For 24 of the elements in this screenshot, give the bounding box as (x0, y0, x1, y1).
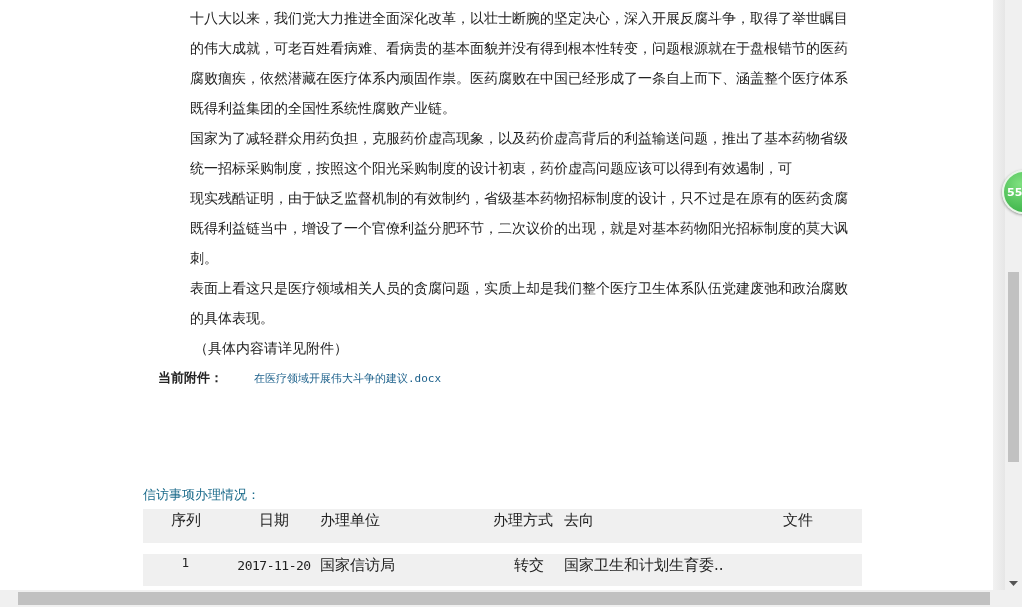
attachment-note: （具体内容请详见附件） (194, 339, 349, 358)
article-paragraph: 国家为了减轻群众用药负担，克服药价虚高现象，以及药价虚高背后的利益输送问题，推出了基本药物省级统一招标采购制度，按照这个阳光采购制度的设计初衷，药价虚高问题应该可以得到有效遏制，可 (190, 129, 849, 178)
article-paragraph: 十八大以来，我们党大力推进全面深化改革，以壮士断腕的坚定决心，深入开展反腐斗争，取得了举世瞩目的伟大成就，可老百姓看病难、看病贵的基本面貌并没有得到根本性转变，问题根源就在于盘根错节的医药腐败痼疾，依然潜藏在医疗体系内顽固作祟。医药腐败在中国已经形成了一条自上而下、涵盖整个医疗体系既得利益集团的全国性系统性腐败产业链。 (190, 9, 849, 118)
table-cell-text: 国家卫生和计划生育委.. (564, 555, 725, 576)
table-cell-text: 2017-11-20 (236, 557, 312, 575)
attachment-label: 当前附件： (158, 369, 224, 387)
horizontal-scrollbar[interactable] (0, 590, 1022, 607)
table-cell-text: 转交 (512, 555, 545, 576)
vertical-scrollbar[interactable] (1005, 0, 1022, 590)
column-header: 文件 (783, 510, 814, 531)
section-title: 信访事项办理情况： (143, 486, 261, 504)
table-cell-text: 1 (180, 555, 191, 572)
table-cell-text: 国家信访局 (320, 555, 396, 576)
scrollbar-thumb[interactable] (18, 592, 990, 605)
column-header: 去向 (564, 510, 595, 531)
attachment-link[interactable]: 在医疗领域开展伟大斗争的建议.docx (254, 370, 442, 386)
article-paragraph: 表面上看这只是医疗领域相关人员的贪腐问题，实质上却是我们整个医疗卫生体系队伍党建废弛和政治腐败的具体表现。 (190, 279, 849, 328)
scrollbar-thumb[interactable] (1008, 272, 1019, 462)
scroll-down-icon[interactable] (1009, 581, 1018, 586)
article-paragraph: 现实残酷证明，由于缺乏监督机制的有效制约，省级基本药物招标制度的设计，只不过是在原有的医药贪腐既得利益链当中，增设了一个官僚利益分肥环节，二次议价的出现，就是对基本药物阳光招标制度的莫大讽刺。 (190, 189, 849, 268)
column-header: 办理方式 (493, 510, 554, 531)
column-header: 序列 (169, 510, 202, 531)
column-header: 办理单位 (320, 510, 381, 531)
column-header: 日期 (258, 510, 290, 531)
